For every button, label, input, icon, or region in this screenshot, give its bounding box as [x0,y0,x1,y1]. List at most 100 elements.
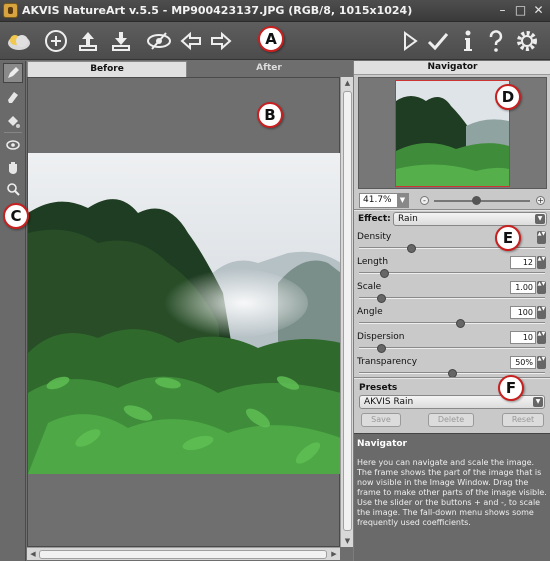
settings-panel: Navigator 41.7% ▼ - + Effect: Rain ▼ Den… [353,61,550,561]
effect-select[interactable]: Rain ▼ [393,212,547,226]
marker-c: C [3,203,29,229]
fill-bucket-icon[interactable] [3,111,23,131]
info-icon[interactable] [453,26,483,56]
effect-value: Rain [398,214,418,224]
direction-pencil-icon[interactable] [3,63,23,83]
zoom-out-button[interactable]: - [420,196,429,205]
param-slider-thumb[interactable] [380,269,389,278]
chevron-down-icon[interactable]: ▼ [397,194,408,207]
help-title: Navigator [357,439,407,449]
param-row: Length 12 ▲▼ [354,256,550,281]
help-text: Here you can navigate and scale the imag… [357,458,547,527]
param-spinner-icon[interactable]: ▲▼ [537,306,546,319]
param-spinner-icon[interactable]: ▲▼ [537,256,546,269]
horizontal-scroll-thumb[interactable] [39,550,327,559]
marker-f: F [498,375,524,401]
hand-icon[interactable] [3,157,23,177]
app-window: AKVIS NatureArt v.5.5 - MP900423137.JPG … [0,0,550,561]
param-value-field[interactable]: 100 [510,306,536,319]
param-row: Dispersion 10 ▲▼ [354,331,550,356]
zoom-select[interactable]: 41.7% ▼ [359,193,409,208]
delete-preset-button[interactable]: Delete [428,413,474,427]
eye-dropper-icon[interactable] [3,135,23,155]
help-icon[interactable] [481,26,511,56]
open-image-icon[interactable] [4,26,34,56]
param-label: Density [357,232,392,242]
redo-icon[interactable] [206,26,236,56]
save-icon[interactable] [41,26,71,56]
param-label: Transparency [357,357,418,367]
title-bar: AKVIS NatureArt v.5.5 - MP900423137.JPG … [0,0,550,22]
zoom-in-button[interactable]: + [536,196,545,205]
param-row: Scale 1.00 ▲▼ [354,281,550,306]
minimize-button[interactable]: – [495,3,510,18]
marker-e: E [495,225,521,251]
landscape-photo [28,153,341,474]
app-logo-icon [3,3,18,18]
eraser-icon[interactable] [3,86,23,106]
param-value-field[interactable]: 12 [510,256,536,269]
maximize-button[interactable]: □ [513,3,528,18]
run-icon[interactable] [395,26,425,56]
view-tabs: Before After [27,61,353,77]
param-spinner-icon[interactable]: ▲▼ [537,356,546,369]
effect-row: Effect: Rain ▼ [357,212,547,227]
settings-eye-icon[interactable] [144,26,174,56]
preferences-icon[interactable] [512,26,542,56]
reset-preset-button[interactable]: Reset [502,413,544,427]
tab-before[interactable]: Before [27,61,187,77]
apply-icon[interactable] [423,26,453,56]
scroll-up-icon[interactable]: ▲ [343,78,352,88]
param-label: Scale [357,282,382,292]
scroll-left-icon[interactable]: ◀ [28,549,38,559]
param-slider-thumb[interactable] [377,344,386,353]
chevron-down-icon[interactable]: ▼ [535,214,545,224]
vertical-scrollbar[interactable]: ▲ ▼ [340,77,353,547]
image-window[interactable] [27,77,341,547]
help-panel: Navigator Here you can navigate and scal… [354,433,550,561]
param-slider-thumb[interactable] [407,244,416,253]
zoom-slider-thumb[interactable] [472,196,481,205]
scroll-right-icon[interactable]: ▶ [329,549,339,559]
presets-title: Presets [359,383,398,393]
navigator-frame[interactable] [395,80,510,187]
param-label: Length [357,257,389,267]
zoom-icon[interactable] [3,179,23,199]
marker-d: D [495,84,521,110]
param-row: Angle 100 ▲▼ [354,306,550,331]
load-preset-icon[interactable] [73,26,103,56]
param-label: Dispersion [357,332,405,342]
param-slider[interactable] [359,322,545,324]
marker-b: B [257,102,283,128]
param-slider-thumb[interactable] [377,294,386,303]
tools-panel [0,61,26,561]
undo-icon[interactable] [176,26,206,56]
scroll-down-icon[interactable]: ▼ [343,536,352,546]
param-value-field[interactable]: 10 [510,331,536,344]
param-value-field[interactable]: 1.00 [510,281,536,294]
param-slider[interactable] [359,347,545,349]
tab-after[interactable]: After [189,61,349,77]
param-spinner-icon[interactable]: ▲▼ [537,281,546,294]
zoom-slider[interactable] [434,200,530,202]
navigator-title: Navigator [354,61,550,75]
zoom-controls: 41.7% ▼ - + [354,191,550,211]
param-spinner-icon[interactable]: ▲▼ [537,231,546,244]
zoom-value: 41.7% [363,195,392,205]
chevron-down-icon[interactable]: ▼ [533,397,543,407]
save-preset-button[interactable]: Save [361,413,401,427]
save-preset-icon[interactable] [106,26,136,56]
param-slider-thumb[interactable] [456,319,465,328]
preset-value: AKVIS Rain [364,397,414,407]
close-button[interactable]: ✕ [531,3,546,18]
param-value-field[interactable]: 50% [510,356,536,369]
horizontal-scrollbar[interactable]: ◀ ▶ [27,547,340,560]
param-label: Angle [357,307,383,317]
param-spinner-icon[interactable]: ▲▼ [537,331,546,344]
panel-divider [354,209,550,211]
vertical-scroll-thumb[interactable] [343,91,352,531]
param-slider[interactable] [359,297,545,299]
effect-label: Effect: [358,214,391,224]
param-slider[interactable] [359,247,545,249]
window-controls: – □ ✕ [495,3,546,18]
